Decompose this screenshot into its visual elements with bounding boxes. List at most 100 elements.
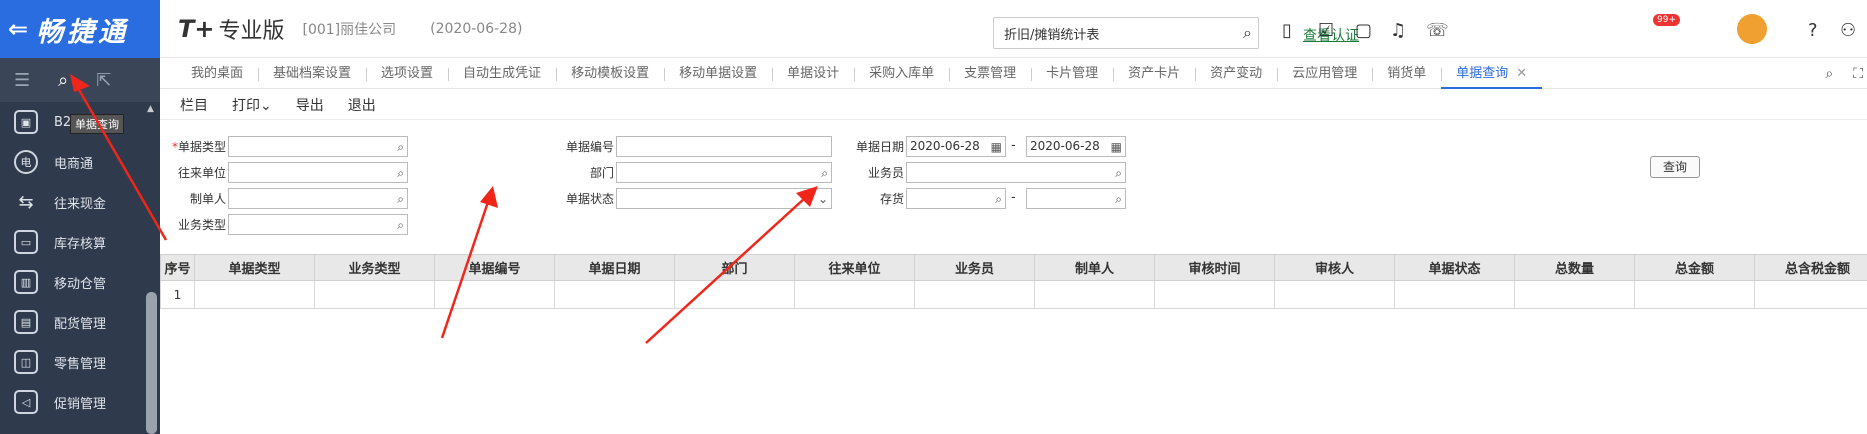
query-button[interactable]: 查询 — [1650, 156, 1700, 178]
table-cell[interactable] — [1754, 280, 1867, 309]
search-icon[interactable]: ⌕ — [1825, 66, 1833, 82]
table-cell[interactable] — [314, 280, 435, 309]
back-arrow-icon[interactable]: ⇐ — [8, 15, 28, 43]
table-cell[interactable]: 1 — [160, 280, 195, 309]
sidebar-scrollbar[interactable]: ▲ — [143, 102, 160, 434]
checklist-icon[interactable]: ☑ — [1318, 20, 1334, 41]
sidebar-item-delivery[interactable]: ▤ 配货管理 — [0, 302, 160, 342]
tab-cloud-app[interactable]: 云应用管理 — [1277, 59, 1372, 89]
lookup-icon[interactable]: ⌕ — [397, 216, 404, 235]
column-header[interactable]: 业务类型 — [314, 254, 435, 281]
search-icon[interactable]: ⌕ — [1243, 23, 1252, 43]
column-header[interactable]: 序号 — [160, 254, 195, 281]
tab-check-management[interactable]: 支票管理 — [949, 59, 1031, 89]
column-header[interactable]: 总含税金额 — [1754, 254, 1867, 281]
lookup-icon[interactable]: ⌕ — [821, 164, 828, 183]
tab-auto-voucher[interactable]: 自动生成凭证 — [448, 59, 556, 89]
date-to-field[interactable]: 2020-06-28 ▦ — [1026, 136, 1126, 157]
tab-doc-design[interactable]: 单据设计 — [772, 59, 854, 89]
tab-sales-doc[interactable]: 销货单 — [1372, 59, 1441, 89]
column-header[interactable]: 业务员 — [914, 254, 1035, 281]
doc-query-icon[interactable]: ⌕ — [58, 70, 68, 91]
table-cell[interactable] — [554, 280, 675, 309]
column-header[interactable]: 单据日期 — [554, 254, 675, 281]
lookup-icon[interactable]: ⌕ — [1115, 164, 1122, 183]
scroll-up-icon[interactable]: ▲ — [147, 104, 154, 114]
menu-icon[interactable]: ☰ — [14, 70, 30, 91]
mascot-avatar[interactable] — [1737, 14, 1767, 44]
close-icon[interactable]: ✕ — [1516, 66, 1527, 81]
tab-mobile-template[interactable]: 移动模板设置 — [556, 59, 664, 89]
sidebar-item-cash[interactable]: ⇆ 往来现金 — [0, 182, 160, 222]
creator-field[interactable]: ⌕ — [228, 188, 408, 209]
table-cell[interactable] — [1274, 280, 1395, 309]
sidebar-item-promotion[interactable]: ◁ 促销管理 — [0, 382, 160, 422]
biz-type-field[interactable]: ⌕ — [228, 214, 408, 235]
table-cell[interactable] — [674, 280, 795, 309]
tab-asset-change[interactable]: 资产变动 — [1195, 59, 1277, 89]
table-cell[interactable] — [434, 280, 555, 309]
lookup-icon[interactable]: ⌕ — [397, 164, 404, 183]
sidebar-item-mobile-warehouse[interactable]: ▥ 移动仓管 — [0, 262, 160, 302]
calendar-icon[interactable]: ▦ — [991, 138, 1002, 157]
sidebar-item-ecommerce[interactable]: 电电商通 — [0, 142, 160, 182]
column-header[interactable]: 单据类型 — [194, 254, 315, 281]
column-header[interactable]: 单据编号 — [434, 254, 555, 281]
chevron-down-icon[interactable]: ⌄ — [818, 190, 828, 209]
exit-button[interactable]: 退出 — [348, 95, 376, 115]
tab-my-desktop[interactable]: 我的桌面 — [176, 59, 258, 89]
column-header[interactable]: 审核时间 — [1154, 254, 1275, 281]
phone-icon[interactable]: ☏ — [1426, 20, 1449, 41]
doc-status-select[interactable]: ⌄ — [616, 188, 832, 209]
table-cell[interactable] — [1034, 280, 1155, 309]
sidebar-item-retail[interactable]: ◫ 零售管理 — [0, 342, 160, 382]
export-button[interactable]: 导出 — [296, 95, 324, 115]
date-from-field[interactable]: 2020-06-28 ▦ — [906, 136, 1006, 157]
table-cell[interactable] — [914, 280, 1035, 309]
lookup-icon[interactable]: ⌕ — [397, 138, 404, 157]
lookup-icon[interactable]: ⌕ — [397, 190, 404, 209]
help-icon[interactable]: ? — [1808, 20, 1818, 41]
external-link-icon[interactable]: ⇱ — [96, 70, 111, 91]
doc-no-field[interactable] — [616, 136, 832, 157]
tab-purchase-receipt[interactable]: 采购入库单 — [854, 59, 949, 89]
column-header[interactable]: 制单人 — [1034, 254, 1155, 281]
tab-asset-card[interactable]: 资产卡片 — [1113, 59, 1195, 89]
tab-card-management[interactable]: 卡片管理 — [1031, 59, 1113, 89]
inventory-to-field[interactable]: ⌕ — [1026, 188, 1126, 209]
column-header[interactable]: 单据状态 — [1394, 254, 1515, 281]
doc-type-field[interactable]: ⌕ — [228, 136, 408, 157]
partner-field[interactable]: ⌕ — [228, 162, 408, 183]
tab-doc-query[interactable]: 单据查询 ✕ — [1441, 59, 1543, 89]
search-icon[interactable]: ⌕ — [1115, 190, 1122, 209]
sidebar-item-inventory-accounting[interactable]: ▭ 库存核算 — [0, 222, 160, 262]
print-button[interactable]: 打印⌄ — [232, 95, 272, 115]
table-cell[interactable] — [194, 280, 315, 309]
scrollbar-thumb[interactable] — [146, 292, 157, 434]
fullscreen-icon[interactable]: ⛶ — [1853, 66, 1863, 82]
dept-field[interactable]: ⌕ — [616, 162, 832, 183]
columns-button[interactable]: 栏目 — [180, 95, 208, 115]
chat-icon[interactable]: ▢ — [1355, 20, 1372, 41]
salesman-field[interactable]: ⌕ — [906, 162, 1126, 183]
column-header[interactable]: 总数量 — [1514, 254, 1635, 281]
table-cell[interactable] — [794, 280, 915, 309]
bell-icon[interactable]: ♫ — [1390, 20, 1406, 41]
table-row[interactable]: 1 — [160, 280, 1867, 309]
search-input[interactable]: 折旧/摊销统计表 ⌕ — [993, 17, 1259, 49]
tab-mobile-doc[interactable]: 移动单据设置 — [664, 59, 772, 89]
table-cell[interactable] — [1514, 280, 1635, 309]
column-header[interactable]: 往来单位 — [794, 254, 915, 281]
table-cell[interactable] — [1154, 280, 1275, 309]
column-header[interactable]: 部门 — [674, 254, 795, 281]
column-header[interactable]: 总金额 — [1634, 254, 1755, 281]
calendar-icon[interactable]: ▦ — [1111, 138, 1122, 157]
table-cell[interactable] — [1394, 280, 1515, 309]
table-cell[interactable] — [1634, 280, 1755, 309]
calculator-icon[interactable]: ▯ — [1282, 20, 1292, 41]
search-icon[interactable]: ⌕ — [995, 190, 1002, 209]
inventory-from-field[interactable]: ⌕ — [906, 188, 1006, 209]
tab-options[interactable]: 选项设置 — [366, 59, 448, 89]
user-icon[interactable]: ⚇ — [1840, 20, 1856, 41]
column-header[interactable]: 审核人 — [1274, 254, 1395, 281]
